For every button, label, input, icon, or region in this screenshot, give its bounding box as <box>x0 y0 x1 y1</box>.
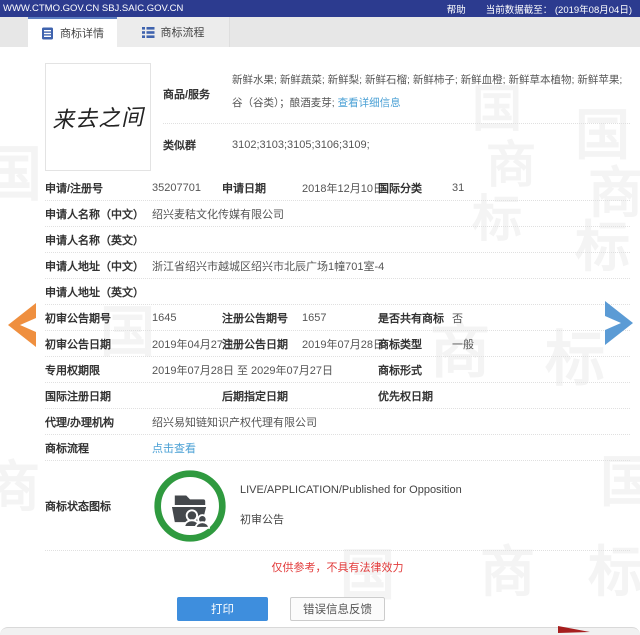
error-feedback-button[interactable]: 错误信息反馈 <box>290 597 385 621</box>
folder-people-icon <box>152 468 228 544</box>
status-line-en: LIVE/APPLICATION/Published for Oppositio… <box>240 476 462 506</box>
table-row-process: 商标流程 点击查看 <box>45 435 630 461</box>
trademark-calligraphy-text: 来去之间 <box>51 99 144 134</box>
field-value: 35207701 <box>152 182 222 194</box>
help-link[interactable]: 帮助 <box>447 2 466 16</box>
field-value: 1645 <box>152 312 222 324</box>
document-icon <box>41 27 54 40</box>
field-label: 注册公告期号 <box>222 310 302 326</box>
field-label: 商标流程 <box>45 440 152 456</box>
field-label: 国际注册日期 <box>45 388 152 404</box>
next-record-arrow[interactable] <box>605 301 633 348</box>
field-label: 申请日期 <box>222 180 302 196</box>
field-label: 申请人名称（中文） <box>45 206 152 222</box>
field-label: 申请人名称（英文） <box>45 232 152 248</box>
field-label: 初审公告期号 <box>45 310 152 326</box>
tab-trademark-process[interactable]: 商标流程 <box>117 17 230 47</box>
field-label: 国际分类 <box>378 180 452 196</box>
goods-line1: 新鲜水果; 新鲜蔬菜; 新鲜梨; 新鲜石榴; 新鲜柿子; 新鲜血橙; 新鲜草本植… <box>232 69 630 92</box>
table-row-address-cn: 申请人地址（中文） 浙江省绍兴市越城区绍兴市北辰广场1幢701室-4 <box>45 253 630 279</box>
table-row-status: 商标状态图标 LIVE/APPLICATION/Published for Op… <box>45 461 630 551</box>
field-label: 后期指定日期 <box>222 388 302 404</box>
field-label: 商标状态图标 <box>45 498 152 514</box>
table-row-registration: 申请/注册号 35207701 申请日期 2018年12月10日 国际分类 31 <box>45 175 630 201</box>
red-arrow-icon <box>558 625 590 633</box>
table-row-applicant-cn: 申请人名称（中文） 绍兴麦秸文化传媒有限公司 <box>45 201 630 227</box>
goods-line2: 谷（谷类）；酿酒麦芽; 查看详细信息 <box>232 92 630 115</box>
field-label: 类似群 <box>163 137 232 153</box>
footer-bar <box>0 627 640 635</box>
field-label: 注册公告日期 <box>222 336 302 352</box>
view-detail-link[interactable]: 查看详细信息 <box>338 97 401 109</box>
action-buttons: 打印 错误信息反馈 <box>177 597 630 621</box>
trademark-detail-panel: 来去之间 商品/服务 新鲜水果; 新鲜蔬菜; 新鲜梨; 新鲜石榴; 新鲜柿子; … <box>0 47 640 621</box>
status-line-cn: 初审公告 <box>240 506 462 536</box>
field-label: 商标形式 <box>378 362 452 378</box>
table-row-announcement-date: 初审公告日期 2019年04月27日 注册公告日期 2019年07月28日 商标… <box>45 331 630 357</box>
field-value: 绍兴易知链知识产权代理有限公司 <box>152 414 630 430</box>
field-value: 一般 <box>452 336 630 352</box>
table-row-exclusive-period: 专用权期限 2019年07月28日 至 2029年07月27日 商标形式 <box>45 357 630 383</box>
divider <box>163 123 630 124</box>
field-value: 否 <box>452 310 630 326</box>
goods-services-row: 商品/服务 新鲜水果; 新鲜蔬菜; 新鲜梨; 新鲜石榴; 新鲜柿子; 新鲜血橙;… <box>163 63 630 119</box>
field-label: 申请人地址（英文） <box>45 284 152 300</box>
field-label: 申请/注册号 <box>45 180 152 196</box>
table-row-intl-dates: 国际注册日期 后期指定日期 优先权日期 <box>45 383 630 409</box>
field-value: 浙江省绍兴市越城区绍兴市北辰广场1幢701室-4 <box>152 258 630 274</box>
field-value: 3102;3103;3105;3106;3109; <box>232 139 370 151</box>
tab-label: 商标详情 <box>60 25 104 41</box>
legal-disclaimer: 仅供参考，不具有法律效力 <box>45 559 630 575</box>
similar-group-row: 类似群 3102;3103;3105;3106;3109; <box>163 128 630 162</box>
field-label: 是否共有商标 <box>378 310 452 326</box>
field-value: 2019年04月27日 <box>152 336 222 352</box>
click-to-view-link[interactable]: 点击查看 <box>152 440 196 456</box>
table-row-address-en: 申请人地址（英文） <box>45 279 630 305</box>
chevron-left-icon <box>8 303 36 347</box>
data-cutoff-date: 当前数据截至： (2019年08月04日) <box>486 2 632 16</box>
field-value: 2019年07月28日 至 2029年07月27日 <box>152 362 378 378</box>
field-label: 商标类型 <box>378 336 452 352</box>
field-label: 商品/服务 <box>163 86 232 102</box>
previous-record-arrow[interactable] <box>8 303 36 350</box>
print-button[interactable]: 打印 <box>177 597 268 621</box>
list-icon <box>142 26 155 39</box>
table-row-announcement-no: 初审公告期号 1645 注册公告期号 1657 是否共有商标 否 <box>45 305 630 331</box>
tab-bar: 商标详情 商标流程 <box>0 17 640 47</box>
field-value: 31 <box>452 182 630 194</box>
field-label: 代理/办理机构 <box>45 414 152 430</box>
field-label: 申请人地址（中文） <box>45 258 152 274</box>
field-value: 绍兴麦秸文化传媒有限公司 <box>152 206 630 222</box>
trademark-image: 来去之间 <box>45 63 151 171</box>
table-row-applicant-en: 申请人名称（英文） <box>45 227 630 253</box>
field-label: 优先权日期 <box>378 388 452 404</box>
top-bar: WWW.CTMO.GOV.CN SBJ.SAIC.GOV.CN 帮助 当前数据截… <box>0 0 640 17</box>
site-domains: WWW.CTMO.GOV.CN SBJ.SAIC.GOV.CN <box>3 3 183 14</box>
field-label: 初审公告日期 <box>45 336 152 352</box>
tab-label: 商标流程 <box>161 24 205 40</box>
trademark-status-icon <box>152 468 228 544</box>
chevron-right-icon <box>605 301 633 345</box>
field-label: 专用权期限 <box>45 362 152 378</box>
trademark-summary-section: 来去之间 商品/服务 新鲜水果; 新鲜蔬菜; 新鲜梨; 新鲜石榴; 新鲜柿子; … <box>45 63 630 175</box>
goods-line2-text: 谷（谷类）；酿酒麦芽; <box>232 97 335 109</box>
field-value: 2018年12月10日 <box>302 180 378 196</box>
field-value: 1657 <box>302 312 378 324</box>
table-row-agency: 代理/办理机构 绍兴易知链知识产权代理有限公司 <box>45 409 630 435</box>
field-value: 2019年07月28日 <box>302 336 378 352</box>
tab-trademark-details[interactable]: 商标详情 <box>28 17 117 47</box>
